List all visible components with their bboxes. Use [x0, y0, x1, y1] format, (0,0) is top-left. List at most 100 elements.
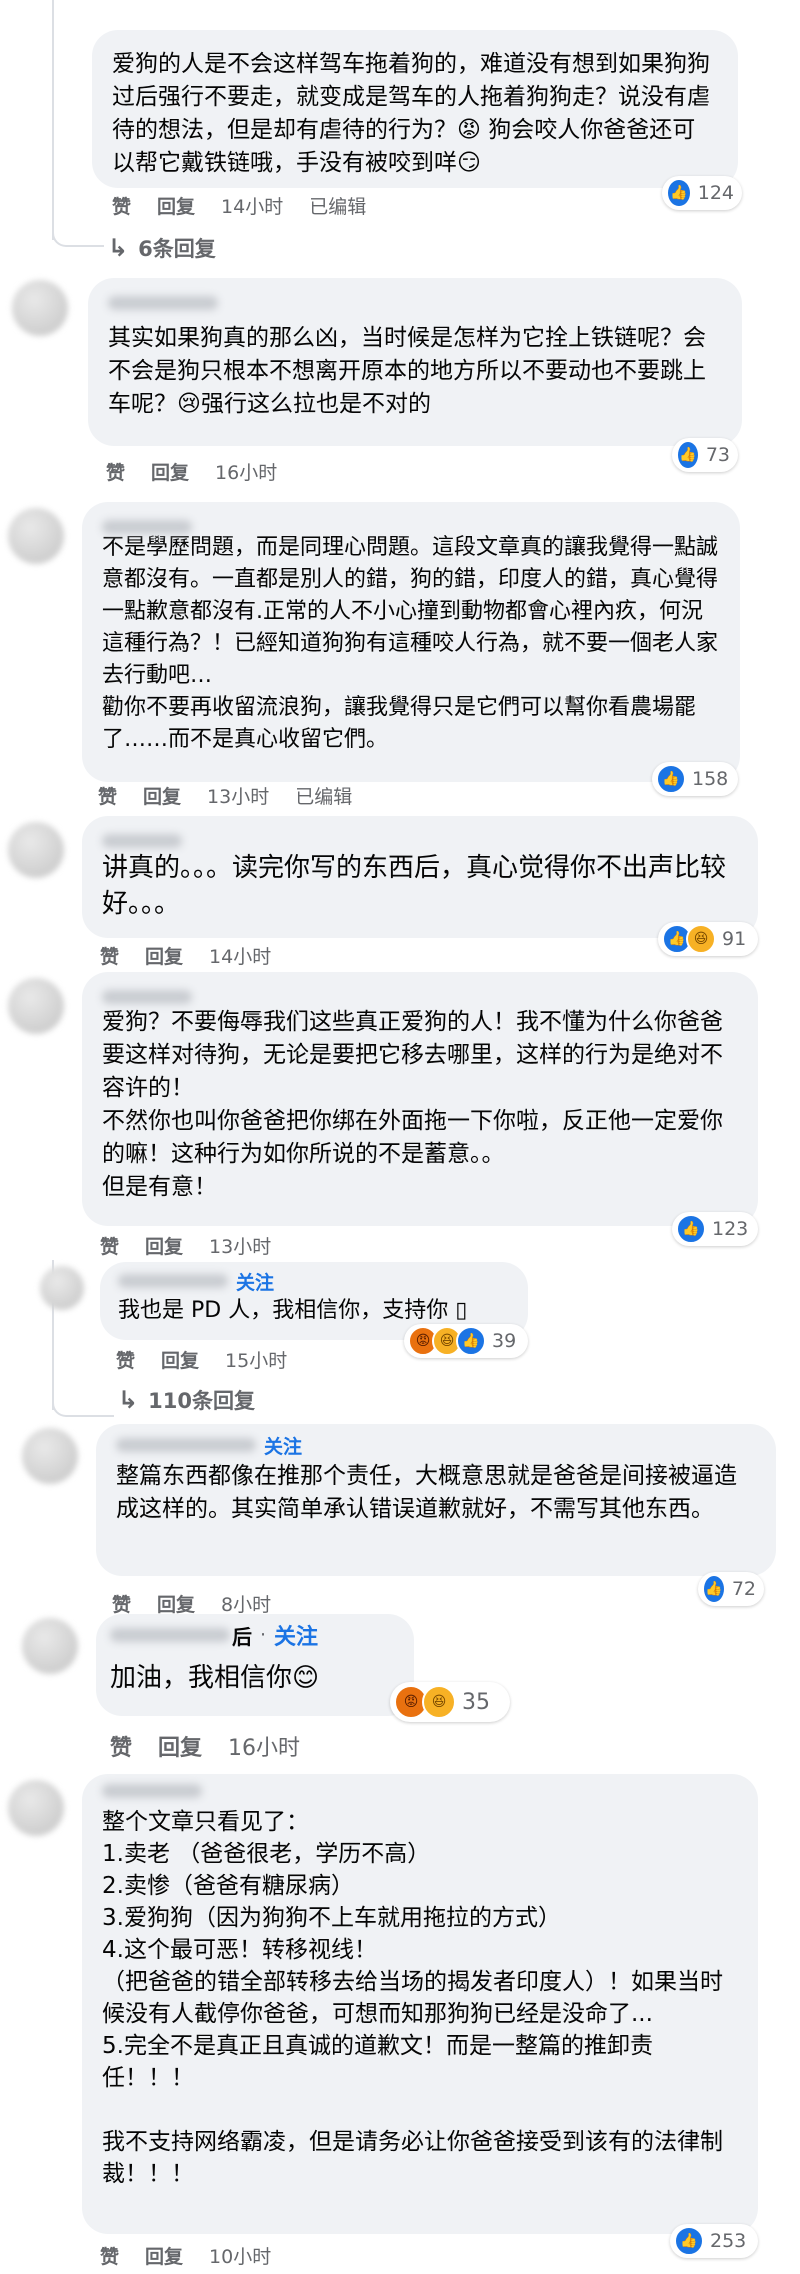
reaction-count: 39: [492, 1330, 517, 1352]
comment-time[interactable]: 15小时: [225, 1346, 287, 1373]
reaction-count: 35: [462, 1689, 490, 1715]
reaction-summary[interactable]: 😡 😆 35: [390, 1682, 510, 1722]
follow-button[interactable]: 关注: [264, 1432, 302, 1459]
reaction-summary[interactable]: 👍 123: [672, 1212, 758, 1246]
like-button[interactable]: 赞: [106, 458, 125, 485]
author-row: 关注: [116, 1432, 754, 1459]
reaction-summary[interactable]: 👍 72: [698, 1572, 764, 1606]
comment-text: 我也是 PD 人，我相信你，支持你 ▯: [118, 1298, 468, 1323]
reaction-summary[interactable]: 👍 73: [672, 438, 738, 472]
reaction-count: 73: [705, 444, 730, 466]
avatar[interactable]: [22, 1618, 78, 1674]
reply-button[interactable]: 回复: [143, 782, 181, 809]
thread-elbow: [52, 1385, 114, 1417]
like-reaction-icon: 👍: [702, 1574, 726, 1604]
comment-bubble: 后 · 关注 加油，我相信你😊: [96, 1614, 414, 1716]
view-replies-button[interactable]: ↳ 110条回复: [118, 1385, 255, 1415]
reply-button[interactable]: 回复: [157, 1590, 195, 1617]
replies-count: 110条回复: [148, 1389, 255, 1413]
reaction-summary[interactable]: 😡 😆 👍 39: [404, 1324, 528, 1358]
comment-actions: 赞 回复 8小时: [112, 1590, 271, 1617]
reply-button[interactable]: 回复: [151, 458, 189, 485]
comment-actions: 赞 回复 16小时: [106, 458, 277, 485]
comment-bubble: 关注 整篇东西都像在推那个责任，大概意思就是爸爸是间接被逼造成这样的。其实简单承…: [96, 1424, 776, 1576]
comment-time[interactable]: 16小时: [215, 458, 277, 485]
reply-button[interactable]: 回复: [145, 2242, 183, 2269]
like-reaction-icon: 👍: [656, 764, 686, 794]
comment-actions: 赞 回复 10小时: [100, 2242, 271, 2269]
like-button[interactable]: 赞: [112, 1590, 131, 1617]
reaction-summary[interactable]: 👍 124: [662, 176, 742, 210]
reaction-count: 123: [712, 1218, 749, 1240]
like-button[interactable]: 赞: [100, 942, 119, 969]
comment-time[interactable]: 13小时: [207, 782, 269, 809]
reply-button[interactable]: 回复: [145, 942, 183, 969]
reaction-summary[interactable]: 👍 158: [652, 762, 738, 796]
replies-count: 6条回复: [138, 237, 216, 261]
like-reaction-icon: 👍: [676, 440, 700, 470]
follow-button[interactable]: 关注: [274, 1619, 318, 1651]
like-button[interactable]: 赞: [100, 2242, 119, 2269]
reply-button[interactable]: 回复: [161, 1346, 199, 1373]
comment-text: 爱狗的人是不会这样驾车拖着狗的，难道没有想到如果狗狗过后强行不要走，就变成是驾车…: [112, 51, 710, 176]
comment-text: 加油，我相信你😊: [110, 1663, 320, 1693]
comment-text: 整篇东西都像在推那个责任，大概意思就是爸爸是间接被逼造成这样的。其实简单承认错误…: [116, 1463, 737, 1522]
comment-actions: 赞 回复 13小时: [100, 1232, 271, 1259]
reaction-count: 158: [692, 768, 729, 790]
comment-text: 整个文章只看见了： 1.卖老 （爸爸很老，学历不高） 2.卖惨（爸爸有糖尿病） …: [102, 1809, 723, 2187]
reaction-summary[interactable]: 👍 253: [670, 2224, 758, 2258]
reply-button[interactable]: 回复: [157, 192, 195, 219]
reply-button[interactable]: 回复: [145, 1232, 183, 1259]
comment-bubble: 不是學歷問題，而是同理心問題。這段文章真的讓我覺得一點誠意都沒有。一直都是別人的…: [82, 502, 740, 782]
author-name[interactable]: [102, 830, 736, 852]
avatar[interactable]: [40, 1266, 84, 1310]
reply-arrow-icon: ↳: [118, 1386, 139, 1414]
comment-text: 爱狗？不要侮辱我们这些真正爱狗的人！我不懂为什么你爸爸要这样对待狗，无论是要把它…: [102, 1009, 723, 1200]
avatar[interactable]: [22, 1428, 78, 1484]
reaction-count: 91: [722, 928, 747, 950]
comment-bubble: 爱狗？不要侮辱我们这些真正爱狗的人！我不懂为什么你爸爸要这样对待狗，无论是要把它…: [82, 972, 758, 1226]
thread-line: [52, 0, 54, 240]
separator-dot: ·: [260, 1624, 267, 1646]
reply-button[interactable]: 回复: [158, 1730, 202, 1762]
author-name[interactable]: [102, 1780, 738, 1802]
author-row: 后 · 关注: [110, 1624, 396, 1650]
like-button[interactable]: 赞: [112, 192, 131, 219]
author-name[interactable]: [110, 1628, 230, 1642]
author-name[interactable]: [116, 1438, 256, 1452]
comment-bubble: 其实如果狗真的那么凶，当时候是怎样为它拴上铁链呢？会不会是狗只根本不想离开原本的…: [88, 278, 742, 446]
author-name[interactable]: [118, 1274, 228, 1288]
comment-actions: 赞 回复 15小时: [116, 1346, 287, 1373]
like-reaction-icon: 👍: [666, 178, 692, 208]
avatar[interactable]: [8, 508, 64, 564]
avatar[interactable]: [12, 280, 68, 336]
comment-text: 其实如果狗真的那么凶，当时候是怎样为它拴上铁链呢？会不会是狗只根本不想离开原本的…: [108, 325, 706, 417]
author-row: 关注: [118, 1268, 510, 1295]
follow-button[interactable]: 关注: [236, 1268, 274, 1295]
avatar[interactable]: [8, 822, 64, 878]
view-replies-button[interactable]: ↳ 6条回复: [108, 233, 216, 263]
comment-time[interactable]: 13小时: [209, 1232, 271, 1259]
reply-arrow-icon: ↳: [108, 234, 129, 262]
author-name[interactable]: [102, 986, 736, 1008]
reaction-summary[interactable]: 👍 😆 91: [658, 922, 758, 956]
haha-reaction-icon: 😆: [422, 1685, 456, 1719]
like-button[interactable]: 赞: [110, 1730, 132, 1762]
like-reaction-icon: 👍: [676, 1214, 706, 1244]
like-button[interactable]: 赞: [116, 1346, 135, 1373]
avatar[interactable]: [8, 978, 64, 1034]
comment-time[interactable]: 14小时: [209, 942, 271, 969]
like-button[interactable]: 赞: [100, 1232, 119, 1259]
comment-time[interactable]: 8小时: [221, 1590, 271, 1617]
author-name[interactable]: [108, 292, 720, 314]
like-reaction-icon: 👍: [674, 2226, 704, 2256]
avatar[interactable]: [8, 1780, 64, 1836]
like-button[interactable]: 赞: [98, 782, 117, 809]
reaction-count: 72: [731, 1578, 756, 1600]
comment-text: 不是學歷問題，而是同理心問題。這段文章真的讓我覺得一點誠意都沒有。一直都是別人的…: [102, 535, 719, 752]
comment-actions: 赞 回复 13小时 已编辑: [98, 782, 352, 809]
comment-time[interactable]: 10小时: [209, 2242, 271, 2269]
comment-time[interactable]: 16小时: [228, 1730, 300, 1762]
comment-time[interactable]: 14小时: [221, 192, 283, 219]
author-name-suffix: 后: [232, 1624, 252, 1649]
